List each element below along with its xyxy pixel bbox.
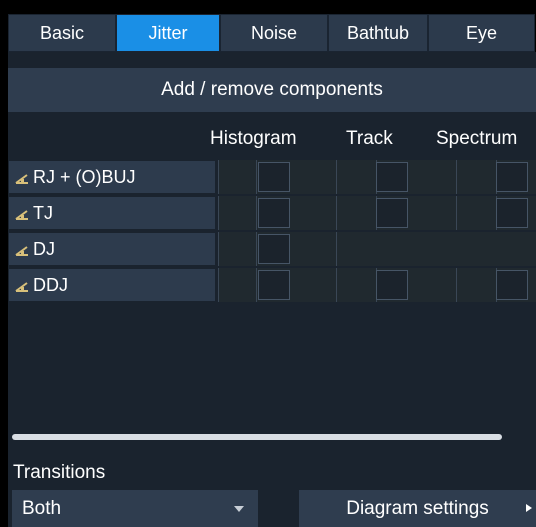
grid-cell xyxy=(218,196,256,230)
tab-eye[interactable]: Eye xyxy=(428,14,535,52)
measurement-icon xyxy=(15,246,28,256)
histogram-checkbox[interactable] xyxy=(258,270,290,300)
grid-cell xyxy=(218,232,256,266)
row-label: DDJ xyxy=(33,274,68,295)
row-rj-obuj-grid xyxy=(218,160,536,194)
grid-cell xyxy=(456,196,496,230)
diagram-settings-button[interactable]: Diagram settings xyxy=(299,490,536,527)
grid-cell xyxy=(336,232,536,266)
row-ddj-grid xyxy=(218,268,536,302)
add-remove-components-button[interactable]: Add / remove components xyxy=(8,68,536,112)
row-label: DJ xyxy=(33,238,55,259)
measurement-icon xyxy=(15,282,28,292)
histogram-checkbox[interactable] xyxy=(258,234,290,264)
tab-bar: Basic Jitter Noise Bathtub Eye xyxy=(8,14,535,52)
grid-cell xyxy=(218,268,256,302)
transitions-select[interactable]: Both xyxy=(12,490,258,527)
measurement-icon xyxy=(15,210,28,220)
grid-cell xyxy=(218,160,256,194)
column-histogram: Histogram xyxy=(210,128,297,149)
spectrum-checkbox[interactable] xyxy=(496,198,528,228)
horizontal-scrollbar[interactable] xyxy=(12,434,502,440)
grid-cell xyxy=(336,160,376,194)
jitter-panel: Add / remove components Histogram Track … xyxy=(8,52,536,527)
tab-jitter[interactable]: Jitter xyxy=(116,14,220,52)
grid-cell xyxy=(456,268,496,302)
column-track: Track xyxy=(346,128,393,149)
row-tj[interactable]: TJ xyxy=(8,196,216,230)
row-label: TJ xyxy=(33,202,53,223)
row-ddj[interactable]: DDJ xyxy=(8,268,216,302)
row-tj-grid xyxy=(218,196,536,230)
column-spectrum: Spectrum xyxy=(436,128,518,149)
spectrum-checkbox[interactable] xyxy=(496,270,528,300)
chevron-right-icon xyxy=(526,504,532,512)
grid-cell xyxy=(336,268,376,302)
row-dj-grid xyxy=(218,232,536,266)
tab-noise[interactable]: Noise xyxy=(220,14,328,52)
row-label: RJ + (O)BUJ xyxy=(33,166,136,187)
track-checkbox[interactable] xyxy=(376,162,408,192)
tab-basic[interactable]: Basic xyxy=(8,14,116,52)
track-checkbox[interactable] xyxy=(376,198,408,228)
chevron-down-icon xyxy=(234,506,244,512)
spectrum-checkbox[interactable] xyxy=(496,162,528,192)
transitions-label: Transitions xyxy=(13,462,106,483)
measurement-icon xyxy=(15,174,28,184)
histogram-checkbox[interactable] xyxy=(258,162,290,192)
track-checkbox[interactable] xyxy=(376,270,408,300)
row-dj[interactable]: DJ xyxy=(8,232,216,266)
grid-cell xyxy=(336,196,376,230)
transitions-value: Both xyxy=(22,497,62,519)
grid-cell xyxy=(456,160,496,194)
tab-bathtub[interactable]: Bathtub xyxy=(328,14,428,52)
histogram-checkbox[interactable] xyxy=(258,198,290,228)
row-rj-obuj[interactable]: RJ + (O)BUJ xyxy=(8,160,216,194)
diagram-settings-label: Diagram settings xyxy=(346,497,489,519)
